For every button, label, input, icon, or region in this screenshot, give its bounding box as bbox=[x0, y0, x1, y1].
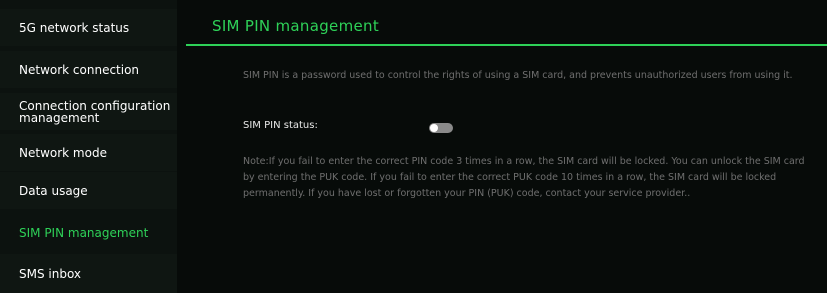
sidebar-item-label: Network mode bbox=[19, 145, 107, 160]
toggle-knob bbox=[430, 124, 438, 132]
sidebar-item-connection-configuration[interactable]: Connection configuration management bbox=[0, 93, 177, 130]
title-underline bbox=[186, 44, 827, 46]
page-title: SIM PIN management bbox=[212, 17, 379, 35]
sidebar-item-label: Connection configuration management bbox=[19, 98, 171, 125]
note-text: Note:If you fail to enter the correct PI… bbox=[243, 156, 805, 199]
sidebar-item-label: SMS inbox bbox=[19, 266, 82, 281]
sidebar-item-network-mode[interactable]: Network mode bbox=[0, 134, 177, 171]
description-text: SIM PIN is a password used to control th… bbox=[243, 70, 793, 81]
sidebar-item-data-usage[interactable]: Data usage bbox=[0, 172, 177, 209]
sidebar-item-network-connection[interactable]: Network connection bbox=[0, 51, 177, 88]
sidebar-item-sim-pin-management[interactable]: SIM PIN management bbox=[0, 214, 177, 251]
main-content: SIM PIN management SIM PIN is a password… bbox=[186, 0, 827, 293]
sidebar-item-label: 5G network status bbox=[19, 20, 130, 35]
sidebar-item-label: Network connection bbox=[19, 62, 140, 77]
sidebar-item-5g-network-status[interactable]: 5G network status bbox=[0, 9, 177, 46]
sim-pin-status-toggle[interactable] bbox=[429, 123, 453, 133]
page: 5G network status Network connection Con… bbox=[0, 0, 827, 293]
sidebar-item-label: SIM PIN management bbox=[19, 225, 149, 240]
sim-pin-status-label: SIM PIN status: bbox=[243, 120, 318, 131]
sidebar-item-label: Data usage bbox=[19, 183, 88, 198]
sidebar: 5G network status Network connection Con… bbox=[0, 0, 177, 293]
sidebar-item-sms-inbox[interactable]: SMS inbox bbox=[0, 254, 177, 293]
